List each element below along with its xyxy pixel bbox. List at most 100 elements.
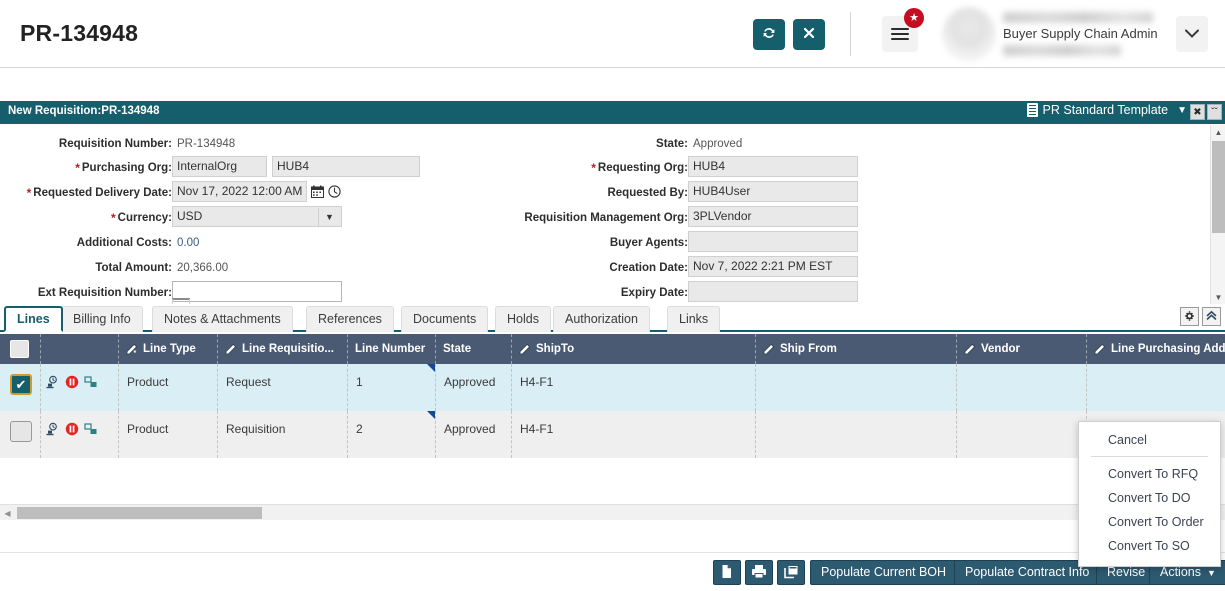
additional-costs-link[interactable]: 0.00 bbox=[177, 237, 199, 249]
requested-delivery-date-input[interactable]: Nov 17, 2022 12:00 AM bbox=[172, 181, 307, 202]
grid-col-vendor[interactable]: Vendor bbox=[956, 334, 1086, 364]
tab-notes-attachments[interactable]: Notes & Attachments bbox=[152, 306, 293, 332]
document-template-icon bbox=[1026, 103, 1038, 117]
editable-column-icon bbox=[1094, 343, 1107, 355]
scroll-up-icon[interactable]: ▲ bbox=[1211, 125, 1225, 139]
print-button[interactable] bbox=[745, 560, 773, 585]
required-marker-purchasing-org: * bbox=[75, 160, 80, 175]
requisition-management-org-input[interactable]: 3PLVendor bbox=[688, 206, 858, 227]
menu-item-convert-to-do[interactable]: Convert To DO bbox=[1079, 486, 1220, 510]
grid-col-shipto-label: ShipTo bbox=[536, 343, 575, 355]
avatar bbox=[942, 7, 996, 61]
cell-flag-icon bbox=[427, 411, 435, 419]
grid-col-line-requisition[interactable]: Line Requisitio... bbox=[217, 334, 347, 364]
template-label: PR Standard Template bbox=[1042, 103, 1169, 117]
field-value-requisition-number: PR-134948 bbox=[177, 137, 236, 150]
tab-documents[interactable]: Documents bbox=[401, 306, 489, 332]
user-menu-button[interactable] bbox=[1176, 16, 1208, 52]
hidden-partial-control bbox=[172, 298, 190, 304]
application-root: PR-134948 ★ Buyer Supply Chain Admin New… bbox=[0, 0, 1225, 591]
panel-titlebar: New Requisition:PR-134948 PR Standard Te… bbox=[0, 101, 1225, 124]
requesting-org-input[interactable]: HUB4 bbox=[688, 156, 858, 177]
menu-item-convert-to-so[interactable]: Convert To SO bbox=[1079, 534, 1220, 558]
row-cell-select bbox=[0, 364, 40, 411]
grid-col-line-number[interactable]: Line Number bbox=[347, 334, 435, 364]
grid-col-ship-from[interactable]: Ship From bbox=[755, 334, 956, 364]
template-selector[interactable]: PR Standard Template ▼ bbox=[1026, 103, 1187, 117]
scrollbar-thumb[interactable] bbox=[17, 507, 262, 519]
grid-settings-button[interactable] bbox=[1180, 307, 1199, 326]
tab-references[interactable]: References bbox=[306, 306, 394, 332]
tab-billing-info[interactable]: Billing Info bbox=[61, 306, 143, 332]
panel-collapse-button[interactable]: ˇˇ bbox=[1207, 104, 1222, 120]
gear-settings-icon bbox=[1183, 309, 1196, 325]
row-cell-shipto: H4-F1 bbox=[511, 364, 755, 411]
close-window-button[interactable] bbox=[793, 19, 825, 50]
panel-vertical-scrollbar[interactable]: ▲ ▼ bbox=[1210, 125, 1225, 304]
row-cell-line-number: 1 bbox=[347, 364, 435, 411]
row-cell-vendor bbox=[956, 364, 1086, 411]
copy-button[interactable] bbox=[713, 560, 741, 585]
field-label-additional-costs: Additional Costs: bbox=[76, 236, 172, 249]
tab-holds[interactable]: Holds bbox=[495, 306, 551, 332]
grid-col-shipto[interactable]: ShipTo bbox=[511, 334, 755, 364]
tab-lines[interactable]: Lines bbox=[4, 306, 63, 332]
row-cell-icons bbox=[40, 364, 118, 411]
editable-column-icon bbox=[763, 343, 776, 355]
star-badge-icon[interactable]: ★ bbox=[904, 8, 924, 28]
panel-title: New Requisition:PR-134948 bbox=[8, 105, 160, 117]
table-row[interactable]: ✔ Product Request 1 Approved H4-F1 bbox=[0, 364, 1225, 411]
required-marker-currency: * bbox=[111, 210, 116, 225]
tab-authorization[interactable]: Authorization bbox=[553, 306, 650, 332]
row-cell-shipto: H4-F1 bbox=[511, 411, 755, 458]
creation-date-input[interactable]: Nov 7, 2022 2:21 PM EST bbox=[688, 256, 858, 277]
row-cell-icons bbox=[40, 411, 118, 458]
user-name-redacted bbox=[1003, 12, 1153, 23]
grid-horizontal-scrollbar[interactable]: ◀ bbox=[0, 504, 1225, 520]
field-label-state: State: bbox=[656, 137, 688, 150]
chevron-down-icon[interactable]: ▼ bbox=[318, 208, 340, 226]
table-row[interactable]: Product Requisition 2 Approved H4-F1 bbox=[0, 411, 1225, 458]
field-label-requested-delivery-date: Requested Delivery Date: bbox=[33, 186, 172, 199]
expiry-date-input[interactable] bbox=[688, 281, 858, 302]
purchasing-org-hub-input[interactable]: HUB4 bbox=[272, 156, 420, 177]
grid-col-state[interactable]: State bbox=[435, 334, 511, 364]
calendar-icon[interactable] bbox=[310, 185, 324, 199]
buyer-agents-input[interactable] bbox=[688, 231, 858, 252]
purchasing-org-input[interactable]: InternalOrg bbox=[172, 156, 267, 177]
copy-document-icon bbox=[720, 564, 734, 582]
tab-links[interactable]: Links bbox=[667, 306, 721, 332]
menu-item-cancel[interactable]: Cancel bbox=[1079, 428, 1220, 452]
row-cell-line-type: Product bbox=[118, 364, 217, 411]
populate-current-boh-button[interactable]: Populate Current BOH bbox=[810, 560, 958, 585]
state-value: Approved bbox=[693, 137, 743, 150]
field-label-total-amount: Total Amount: bbox=[95, 261, 172, 274]
menu-item-convert-to-rfq[interactable]: Convert To RFQ bbox=[1079, 462, 1220, 486]
row-cell-state: Approved bbox=[435, 364, 511, 411]
ext-requisition-number-input[interactable] bbox=[172, 281, 342, 302]
row-cell-line-requisition: Request bbox=[217, 364, 347, 411]
row-cell-state: Approved bbox=[435, 411, 511, 458]
requisition-form: Requisition Number: PR-134948 * Purchasi… bbox=[0, 124, 1195, 304]
grid-col-icons bbox=[40, 334, 118, 364]
refresh-icon bbox=[761, 25, 777, 44]
required-marker-delivery-date: * bbox=[26, 185, 32, 200]
panel-close-button[interactable]: ✖ bbox=[1190, 104, 1205, 120]
collapse-section-button[interactable] bbox=[1202, 307, 1221, 326]
menu-item-convert-to-order[interactable]: Convert To Order bbox=[1079, 510, 1220, 534]
grid-col-line-type[interactable]: * Line Type bbox=[118, 334, 217, 364]
field-label-buyer-agents: Buyer Agents: bbox=[609, 236, 688, 249]
currency-select[interactable]: USD ▼ bbox=[172, 206, 342, 227]
scroll-down-icon[interactable]: ▼ bbox=[1211, 290, 1225, 304]
row-cell-line-requisition: Requisition bbox=[217, 411, 347, 458]
duplicate-button[interactable] bbox=[777, 560, 805, 585]
grid-col-line-purchasing-address[interactable]: Line Purchasing Add bbox=[1086, 334, 1225, 364]
scroll-left-icon[interactable]: ◀ bbox=[3, 508, 12, 518]
scrollbar-thumb[interactable] bbox=[1212, 141, 1225, 233]
refresh-button[interactable] bbox=[753, 19, 785, 50]
clock-icon[interactable] bbox=[327, 185, 341, 199]
close-icon bbox=[802, 26, 816, 43]
row-cell-select bbox=[0, 411, 40, 458]
requisition-panel: New Requisition:PR-134948 PR Standard Te… bbox=[0, 101, 1225, 304]
requested-by-input[interactable]: HUB4User bbox=[688, 181, 858, 202]
